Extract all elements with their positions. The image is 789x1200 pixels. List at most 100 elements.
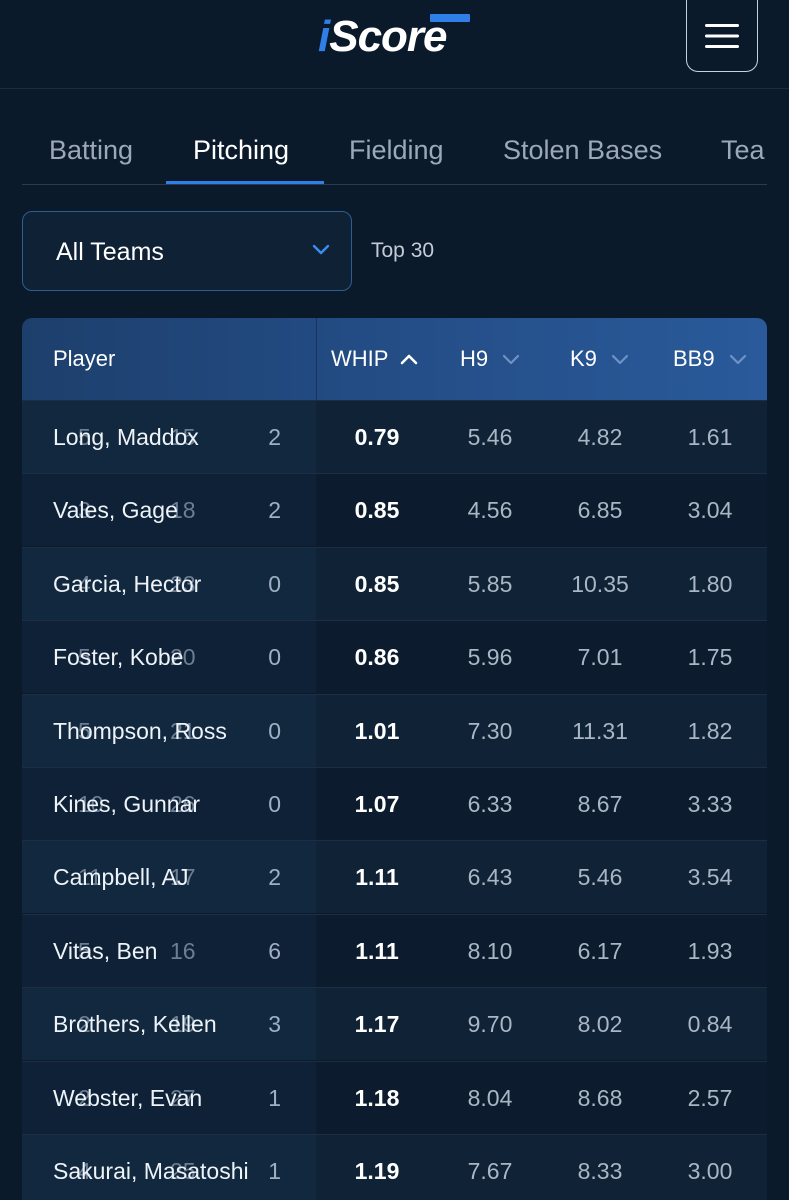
tab-teams[interactable]: Tea <box>721 112 765 184</box>
k9-value: 6.85 <box>577 497 623 524</box>
chevron-down-icon <box>611 354 629 365</box>
table-row[interactable]: 2 27 Webster, Evan 1 1.18 8.04 8.68 2.57 <box>22 1060 767 1134</box>
row-games: 2 <box>268 424 281 450</box>
k9-header-label: K9 <box>570 346 597 371</box>
h9-value: 8.04 <box>467 1084 513 1111</box>
h9-value: 5.96 <box>467 644 513 671</box>
team-select[interactable]: All Teams <box>22 211 352 291</box>
bb9-value: 1.75 <box>687 644 733 671</box>
player-name[interactable]: Campbell, AJ <box>53 841 189 913</box>
column-header-k9[interactable]: K9 <box>570 318 629 400</box>
whip-value: 1.17 <box>354 1011 400 1038</box>
h9-value: 8.10 <box>467 937 513 964</box>
table-row[interactable]: 5 16 Vitas, Ben 6 1.11 8.10 6.17 1.93 <box>22 913 767 987</box>
bb9-value: 2.57 <box>687 1084 733 1111</box>
whip-value: 1.01 <box>354 717 400 744</box>
active-tab-indicator <box>166 181 324 184</box>
table-row[interactable]: 2 19 Brothers, Kellen 3 1.17 9.70 8.02 0.84 <box>22 987 767 1061</box>
logo-wordmark: iScore <box>318 12 448 61</box>
chevron-down-icon <box>503 354 520 365</box>
table-header: Player WHIP H9 K9 BB9 <box>22 318 767 400</box>
whip-value: 1.19 <box>354 1158 400 1184</box>
table-row[interactable]: 3 18 Vales, Gage 2 0.85 4.56 6.85 3.04 <box>22 473 767 547</box>
header-divider <box>316 318 317 400</box>
column-header-whip[interactable]: WHIP <box>331 318 418 400</box>
player-name[interactable]: Vales, Gage <box>53 474 178 546</box>
bb9-value: 3.00 <box>687 1158 733 1184</box>
k9-value: 5.46 <box>577 864 623 891</box>
h9-value: 7.67 <box>467 1158 513 1184</box>
player-name[interactable]: Garcia, Hector <box>53 548 201 620</box>
bb9-value: 1.93 <box>687 937 733 964</box>
pitching-stats-table: Player WHIP H9 K9 BB9 5 15 Long, Maddox … <box>22 318 767 1200</box>
h9-value: 9.70 <box>467 1011 513 1038</box>
k9-value: 8.02 <box>577 1011 623 1038</box>
row-games: 6 <box>268 937 281 964</box>
row-age: 16 <box>170 937 196 964</box>
row-games: 2 <box>268 864 281 891</box>
bb9-value: 1.80 <box>687 570 733 597</box>
column-header-h9[interactable]: H9 <box>460 318 520 400</box>
bb9-value: 1.82 <box>687 717 733 744</box>
table-row[interactable]: 11 17 Campbell, AJ 2 1.11 6.43 5.46 3.54 <box>22 840 767 914</box>
h9-value: 7.30 <box>467 717 513 744</box>
k9-value: 8.68 <box>577 1084 623 1111</box>
row-games: 0 <box>268 717 281 744</box>
whip-value: 1.07 <box>354 791 400 817</box>
player-name[interactable]: Long, Maddox <box>53 401 199 473</box>
whip-value: 1.11 <box>355 937 399 964</box>
table-row[interactable]: 5 21 Thompson, Ross 0 1.01 7.30 11.31 1.82 <box>22 693 767 767</box>
whip-value: 0.85 <box>354 570 400 597</box>
h9-value: 6.43 <box>467 864 513 891</box>
row-games: 1 <box>268 1158 281 1184</box>
table-row[interactable]: 4 25 Sakurai, Masatoshi 1 1.19 7.67 8.33 3.00 <box>22 1134 767 1200</box>
player-name[interactable]: Thompson, Ross <box>53 695 227 767</box>
sort-ascending-icon <box>400 354 418 365</box>
k9-value: 10.35 <box>571 570 629 597</box>
player-name[interactable]: Kines, Gunnar <box>53 768 200 840</box>
table-row[interactable]: 10 26 Kines, Gunnar 0 1.07 6.33 8.67 3.33 <box>22 767 767 840</box>
player-name[interactable]: Brothers, Kellen <box>53 988 217 1060</box>
bb9-value: 3.04 <box>687 497 733 524</box>
h9-header-label: H9 <box>460 346 489 371</box>
h9-value: 5.85 <box>467 570 513 597</box>
iscore-logo[interactable]: iScore <box>318 12 474 62</box>
bb9-value: 1.61 <box>687 424 733 450</box>
top-bar: iScore <box>0 0 789 89</box>
column-header-bb9[interactable]: BB9 <box>673 318 747 400</box>
column-header-player[interactable]: Player <box>53 318 115 400</box>
player-name[interactable]: Foster, Kobe <box>53 621 183 693</box>
row-games: 3 <box>268 1011 281 1038</box>
tab-fielding[interactable]: Fielding <box>349 112 444 184</box>
whip-value: 1.11 <box>355 864 399 891</box>
whip-value: 0.79 <box>354 424 400 450</box>
menu-button[interactable] <box>686 0 758 72</box>
k9-value: 7.01 <box>577 644 623 671</box>
bb9-value: 3.33 <box>687 791 733 817</box>
player-name[interactable]: Vitas, Ben <box>53 915 157 987</box>
top-count-label: Top 30 <box>371 239 435 262</box>
hamburger-icon <box>705 23 739 48</box>
table-row[interactable]: 5 15 Long, Maddox 2 0.79 5.46 4.82 1.61 <box>22 400 767 473</box>
tab-stolen-bases[interactable]: Stolen Bases <box>503 112 662 184</box>
whip-header-label: WHIP <box>331 346 389 371</box>
whip-value: 0.86 <box>354 644 400 671</box>
table-row[interactable]: 4 23 Garcia, Hector 0 0.85 5.85 10.35 1.80 <box>22 546 767 620</box>
row-games: 1 <box>268 1084 281 1111</box>
row-games: 0 <box>268 570 281 597</box>
bb9-value: 0.84 <box>687 1011 733 1038</box>
tab-pitching[interactable]: Pitching <box>193 112 289 184</box>
h9-value: 5.46 <box>467 424 513 450</box>
h9-value: 4.56 <box>467 497 513 524</box>
tab-batting[interactable]: Batting <box>49 112 133 184</box>
k9-value: 8.67 <box>577 791 623 817</box>
table-row[interactable]: 5 20 Foster, Kobe 0 0.86 5.96 7.01 1.75 <box>22 620 767 694</box>
k9-value: 11.31 <box>572 717 628 744</box>
player-name[interactable]: Webster, Evan <box>53 1062 202 1134</box>
chevron-down-icon <box>729 354 746 365</box>
row-games: 0 <box>268 644 281 671</box>
whip-value: 1.18 <box>354 1084 400 1111</box>
player-name[interactable]: Sakurai, Masatoshi <box>53 1135 249 1200</box>
whip-value: 0.85 <box>354 497 400 524</box>
row-games: 2 <box>268 497 281 524</box>
